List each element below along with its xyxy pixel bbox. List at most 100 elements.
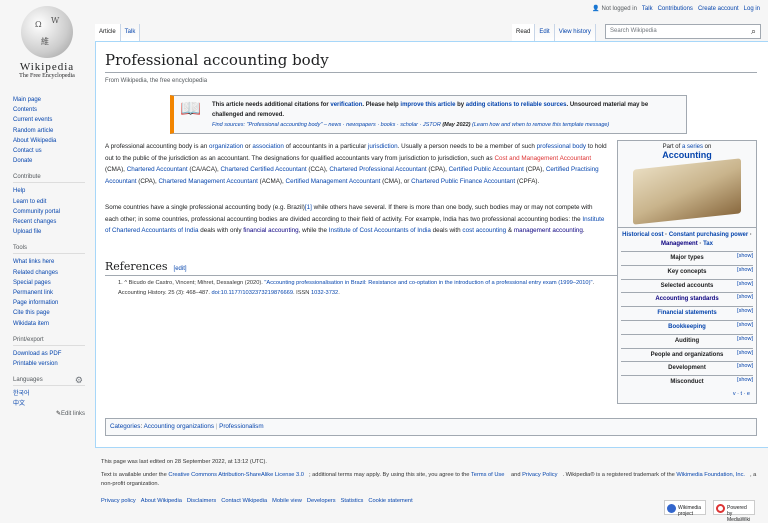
inline-link[interactable]: [1] [305,204,312,211]
plinks-link[interactable]: Contributions [658,6,693,12]
inline-link[interactable]: Chartered Certified Accountant [221,166,307,173]
contrib-link[interactable]: Learn to edit [13,197,85,207]
inline-link[interactable]: improve this article [400,102,455,108]
infobox-link[interactable]: Historical cost [622,232,663,238]
inline-link[interactable]: management accounting [514,227,583,234]
tab-view-history[interactable]: View history [554,24,596,41]
inline-link[interactable]: 1032-3732 [311,290,338,296]
flinks-link[interactable]: Mobile view [272,498,302,504]
inline-link[interactable]: "Accounting professionalisation in Brazi… [264,280,592,286]
langs-link[interactable]: 中文 [13,399,85,409]
inline-link[interactable]: Chartered Management Accountant [158,178,257,185]
inline-link[interactable]: doi:10.1177/1032373219876669 [211,290,293,296]
tab-read[interactable]: Read [512,24,536,41]
infobox-section-row[interactable]: Auditing [show] [621,333,753,348]
tools-link[interactable]: Special pages [13,278,85,288]
vte-links[interactable]: v · t · e [618,391,756,397]
learn-link[interactable]: (Learn how and when to remove this templ… [472,122,609,128]
show-toggle[interactable]: [show] [737,291,753,304]
nav-link[interactable]: Main page [13,95,85,105]
tools-link[interactable]: Permanent link [13,288,85,298]
category-link[interactable]: Professionalism [219,423,263,430]
plinks-link[interactable]: Create account [698,6,739,12]
ledger-image[interactable] [633,158,741,225]
inline-link[interactable]: Wikimedia Foundation, Inc. [676,472,745,478]
inline-link[interactable]: cost accounting [462,227,506,234]
infobox-section-row[interactable]: Major types [show] [621,251,753,265]
search-icon[interactable]: ⌕ [751,26,756,37]
nav-link[interactable]: Contact us [13,146,85,156]
inline-link[interactable]: Terms of Use [471,472,505,478]
wikipedia-logo[interactable]: ΩW維 Wikipedia The Free Encyclopedia [14,6,80,79]
infobox-link[interactable]: Management [661,241,698,247]
show-toggle[interactable]: [show] [737,250,753,263]
flinks-link[interactable]: About Wikipedia [141,498,182,504]
tools-link[interactable]: Wikidata item [13,319,85,329]
contrib-link[interactable]: Help [13,186,85,196]
flinks-link[interactable]: Developers [307,498,336,504]
find-sources[interactable]: Find sources: "Professional accounting b… [212,122,441,128]
langs-link[interactable]: 한국어 [13,389,85,399]
inline-link[interactable]: association [252,143,284,150]
infobox-section-row[interactable]: People and organizations [show] [621,347,753,362]
tab-edit[interactable]: Edit [535,24,555,41]
category-link[interactable]: Accounting organizations [144,423,214,430]
inline-link[interactable]: Chartered Accountant [127,166,188,173]
inline-link[interactable]: Chartered Professional Accountant [329,166,426,173]
inline-link[interactable]: Chartered Public Finance Accountant [411,178,515,185]
tools-link[interactable]: What links here [13,257,85,267]
infobox-section-row[interactable]: Selected accounts [show] [621,278,753,293]
tools-link[interactable]: Page information [13,298,85,308]
show-toggle[interactable]: [show] [737,305,753,318]
show-toggle[interactable]: [show] [737,347,753,360]
flinks-link[interactable]: Privacy policy [101,498,136,504]
inline-link[interactable]: Cost and Management Accountant [494,155,591,162]
tab-talk[interactable]: Talk [120,24,141,41]
infobox-link[interactable]: Tax [703,241,713,247]
plinks-link[interactable]: Talk [642,6,653,12]
inline-link[interactable]: verification [330,102,362,108]
contrib-link[interactable]: Recent changes [13,217,85,227]
tools-link[interactable]: Related changes [13,268,85,278]
infobox-link[interactable]: Constant purchasing power [669,232,748,238]
nav-link[interactable]: Random article [13,126,85,136]
print-link[interactable]: Download as PDF [13,349,85,359]
inline-link[interactable]: professional body [537,143,586,150]
edit-section-link[interactable]: [edit] [174,266,187,272]
inline-link[interactable]: Institute of Cost Accountants of India [329,227,431,234]
tools-link[interactable]: Cite this page [13,308,85,318]
infobox-section-row[interactable]: Financial statements [show] [621,306,753,320]
infobox-section-row[interactable]: Misconduct [show] [621,375,753,389]
show-toggle[interactable]: [show] [737,264,753,277]
show-toggle[interactable]: [show] [737,333,753,346]
inline-link[interactable]: Privacy Policy [522,472,557,478]
flinks-link[interactable]: Statistics [341,498,364,504]
flinks-link[interactable]: Cookie statement [368,498,412,504]
tab-article[interactable]: Article [95,24,121,41]
infobox-section-row[interactable]: Accounting standards [show] [621,292,753,306]
show-toggle[interactable]: [show] [737,360,753,373]
inline-link[interactable]: organization [209,143,243,150]
inline-link[interactable]: Certified Public Accountant [449,166,524,173]
nav-link[interactable]: Contents [13,105,85,115]
plinks-link[interactable]: Log in [744,6,760,12]
inline-link[interactable]: adding citations to reliable sources [466,102,567,108]
show-toggle[interactable]: [show] [737,278,753,291]
contrib-link[interactable]: Upload file [13,227,85,237]
edit-links[interactable]: ✎Edit links [13,410,85,417]
mediawiki-badge[interactable]: Powered by MediaWiki [713,500,755,523]
flinks-link[interactable]: Contact Wikipedia [221,498,267,504]
nav-link[interactable]: Donate [13,156,85,166]
gear-icon[interactable]: ⚙ [75,375,83,386]
search-input[interactable]: Search Wikipedia ⌕ [605,24,761,39]
inline-link[interactable]: jurisdiction [368,143,398,150]
infobox-section-row[interactable]: Key concepts [show] [621,264,753,279]
wikimedia-badge[interactable]: Wikimedia project [664,500,706,517]
print-link[interactable]: Printable version [13,359,85,369]
nav-link[interactable]: Current events [13,115,85,125]
nav-link[interactable]: About Wikipedia [13,136,85,146]
infobox-section-row[interactable]: Bookkeeping [show] [621,319,753,334]
inline-link[interactable]: financial accounting [243,227,298,234]
categories-label[interactable]: Categories [110,423,140,430]
infobox-section-row[interactable]: Development [show] [621,361,753,375]
